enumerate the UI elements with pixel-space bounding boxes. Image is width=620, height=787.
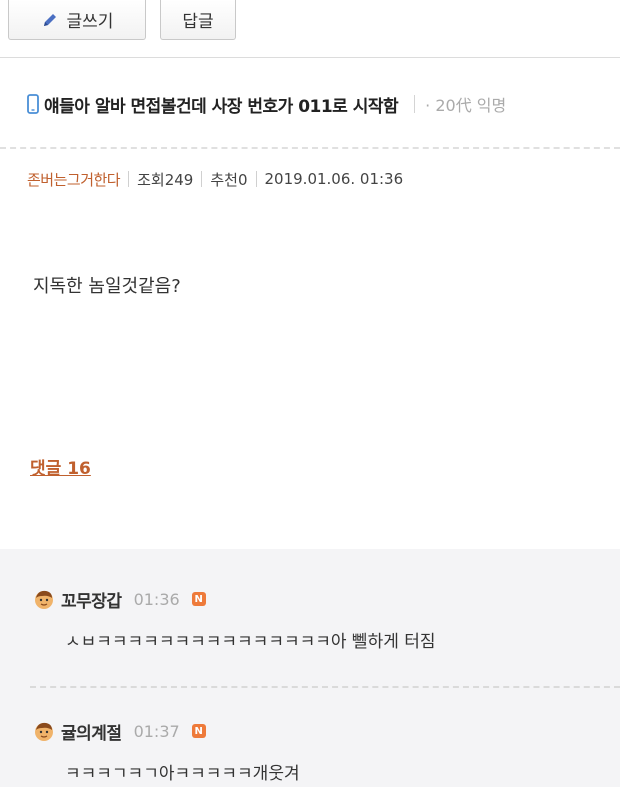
comments-link[interactable]: 댓글 16 bbox=[30, 454, 91, 479]
comment-header: 꼬무장갑 01:36 N bbox=[33, 585, 206, 613]
post-body: 지독한 놈일것같음? bbox=[33, 276, 181, 297]
reply-button[interactable]: 답글 bbox=[160, 0, 236, 40]
board-name[interactable]: · 20代 익명 bbox=[425, 92, 506, 116]
meta-divider bbox=[128, 171, 130, 187]
header-divider bbox=[0, 147, 620, 149]
recommend-count: 추천0 bbox=[210, 170, 248, 189]
new-badge: N bbox=[191, 724, 206, 738]
post-title-row: 얘들아 알바 면접볼건데 사장 번호가 011로 시작함 · 20代 익명 bbox=[0, 76, 620, 132]
comments-list: 꼬무장갑 01:36 N ㅅㅂㅋㅋㅋㅋㅋㅋㅋㅋㅋㅋㅋㅋㅋㅋㅋ아 뻴하게 터짐 귤… bbox=[0, 549, 620, 787]
meta-divider bbox=[201, 171, 203, 187]
comment-author[interactable]: 꼬무장갑 bbox=[61, 587, 122, 612]
comment-author[interactable]: 귤의계절 bbox=[61, 719, 122, 744]
mobile-phone-icon bbox=[27, 94, 39, 114]
write-button[interactable]: 글쓰기 bbox=[8, 0, 146, 40]
comment-time: 01:37 bbox=[133, 721, 180, 741]
user-avatar-icon bbox=[33, 720, 55, 742]
post-author[interactable]: 존버는그거한다 bbox=[27, 169, 121, 190]
view-count: 조회249 bbox=[137, 170, 194, 189]
post-datetime: 2019.01.06. 01:36 bbox=[264, 170, 404, 188]
meta-divider bbox=[255, 171, 257, 187]
post-meta: 존버는그거한다 조회249 추천0 2019.01.06. 01:36 bbox=[27, 165, 403, 193]
post-title: 얘들아 알바 면접볼건데 사장 번호가 011로 시작함 bbox=[44, 96, 399, 117]
user-avatar-icon bbox=[33, 588, 55, 610]
comment-text: ㅅㅂㅋㅋㅋㅋㅋㅋㅋㅋㅋㅋㅋㅋㅋㅋㅋ아 뻴하게 터짐 bbox=[65, 632, 436, 652]
write-button-label: 글쓰기 bbox=[66, 12, 114, 32]
new-badge: N bbox=[191, 592, 206, 606]
post-toolbar: 글쓰기 답글 bbox=[0, 0, 620, 58]
comment-time: 01:36 bbox=[133, 589, 180, 609]
reply-button-label: 답글 bbox=[182, 12, 214, 32]
pencil-icon bbox=[41, 11, 59, 29]
title-divider bbox=[414, 95, 416, 113]
comment-divider bbox=[30, 686, 620, 688]
comment-text: ㅋㅋㅋㄱㅋㄱ아ㅋㅋㅋㅋㅋ개웃겨 bbox=[65, 764, 300, 784]
comment-header: 귤의계절 01:37 N bbox=[33, 717, 206, 745]
